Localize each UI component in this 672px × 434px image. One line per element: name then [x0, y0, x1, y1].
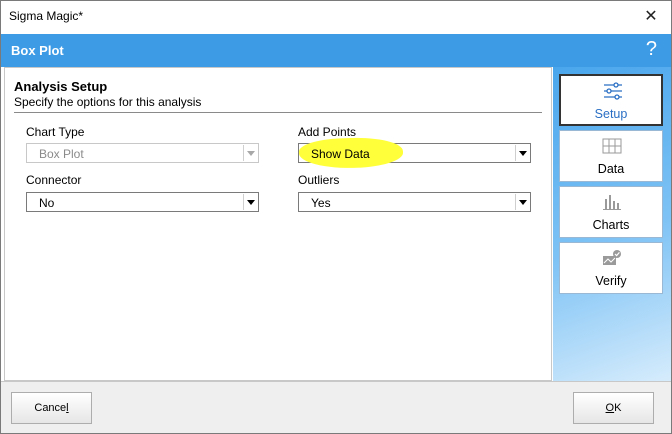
- dialog-footer: Cancel OK: [1, 381, 671, 433]
- verify-icon: [603, 250, 621, 265]
- sidebar-item-label: Verify: [595, 274, 627, 288]
- dialog-title: Box Plot: [11, 43, 64, 58]
- outliers-label: Outliers: [298, 173, 340, 187]
- sidebar-item-label: Setup: [594, 107, 628, 121]
- chevron-down-icon: [243, 145, 257, 161]
- sidebar-item-data[interactable]: Data: [559, 130, 663, 182]
- section-subtitle: Specify the options for this analysis: [14, 95, 202, 109]
- chevron-down-icon[interactable]: [515, 145, 529, 161]
- add-points-value: Show Data: [311, 147, 370, 161]
- table-icon: [602, 138, 622, 154]
- section-title: Analysis Setup: [14, 79, 108, 94]
- chart-type-label: Chart Type: [26, 125, 85, 139]
- ok-label: K: [614, 402, 622, 414]
- bar-chart-icon: [603, 195, 621, 210]
- help-icon[interactable]: ?: [646, 38, 657, 61]
- ok-accelerator: O: [605, 402, 615, 414]
- sidebar-item-label: Data: [597, 162, 625, 176]
- connector-select[interactable]: No: [26, 192, 259, 212]
- cancel-accelerator: l: [66, 402, 69, 414]
- dialog-header: Box Plot ?: [1, 34, 671, 67]
- chevron-down-icon[interactable]: [515, 194, 529, 210]
- ok-button[interactable]: OK: [573, 392, 654, 424]
- dialog-window: Sigma Magic* ✕ Box Plot ? Analysis Setup…: [0, 0, 672, 434]
- outliers-select[interactable]: Yes: [298, 192, 531, 212]
- outliers-value: Yes: [311, 196, 331, 210]
- cancel-button[interactable]: Cancel: [11, 392, 92, 424]
- chart-type-value: Box Plot: [39, 147, 84, 161]
- sidebar-item-charts[interactable]: Charts: [559, 186, 663, 238]
- add-points-label: Add Points: [298, 125, 357, 139]
- sidebar-item-setup[interactable]: Setup: [559, 74, 663, 126]
- close-icon[interactable]: ✕: [641, 7, 661, 27]
- sidebar: Setup Data Charts Verify: [553, 67, 671, 381]
- chevron-down-icon[interactable]: [243, 194, 257, 210]
- sidebar-item-verify[interactable]: Verify: [559, 242, 663, 294]
- chart-type-select: Box Plot: [26, 143, 259, 163]
- analysis-setup-panel: Analysis Setup Specify the options for t…: [4, 67, 552, 381]
- add-points-select[interactable]: Show Data: [298, 136, 531, 170]
- sliders-icon: [604, 82, 622, 100]
- sidebar-item-label: Charts: [592, 218, 630, 232]
- connector-value: No: [39, 196, 55, 210]
- connector-label: Connector: [26, 173, 82, 187]
- window-title: Sigma Magic*: [9, 9, 84, 23]
- cancel-label: Cance: [34, 402, 67, 414]
- section-divider: [14, 112, 542, 113]
- title-bar: Sigma Magic* ✕: [1, 1, 671, 34]
